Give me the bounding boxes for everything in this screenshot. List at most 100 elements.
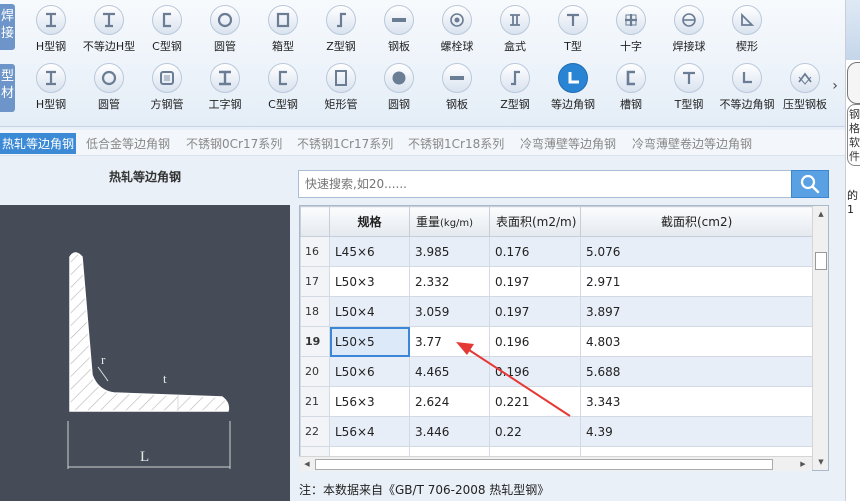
tab-cold-formed-lipped-angle[interactable]: 冷弯薄壁卷边等边角钢: [632, 135, 752, 152]
tool-c-channel[interactable]: C型钢: [252, 63, 314, 112]
profile-toolbar: 焊接 型材 H型钢 不等边H型 C型钢 圆管 箱型 Z型钢 钢板 螺栓球 盒式 T型 十字 焊接球 楔形…: [0, 0, 845, 127]
rolled-tab-label: 型材: [0, 69, 14, 101]
rolled-section-tab[interactable]: 型材: [0, 64, 15, 112]
cell-weight[interactable]: 3.985: [409, 236, 490, 267]
tool-t-section[interactable]: T型钢: [658, 63, 720, 112]
welded-tab-label: 焊接: [0, 9, 14, 41]
tool-label: 楔形: [736, 40, 758, 53]
profile-diagram: r t L: [0, 205, 290, 501]
row-header-corner: [300, 206, 330, 237]
tool-t-section[interactable]: T型: [542, 5, 604, 54]
tool-label: 焊接球: [672, 40, 706, 53]
mascot-icon: [847, 62, 860, 104]
cell-spec[interactable]: L50×4: [329, 296, 410, 327]
cell-section[interactable]: 4.803: [580, 326, 813, 357]
row-number: 19: [300, 326, 330, 357]
tool-round-bar[interactable]: 圆钢: [368, 63, 430, 112]
side-panel: 钢格软件 的1: [845, 0, 860, 501]
search-button[interactable]: [791, 170, 829, 198]
cell-spec[interactable]: L50×6: [329, 356, 410, 387]
cell-spec[interactable]: L45×6: [329, 236, 410, 267]
tool-box-section[interactable]: 箱型: [252, 5, 314, 54]
weight-unit: (kg/m): [440, 218, 474, 229]
cell-weight[interactable]: 2.332: [409, 266, 490, 297]
cell-section[interactable]: 5.076: [580, 236, 813, 267]
tool-square-pipe[interactable]: 方钢管: [136, 63, 198, 112]
tool-c-channel[interactable]: C型钢: [136, 5, 198, 54]
cell-spec[interactable]: L50×3: [329, 266, 410, 297]
cell-spec[interactable]: L50×5: [329, 326, 410, 357]
cell-spec[interactable]: L56×3: [329, 386, 410, 417]
cell-section[interactable]: 3.343: [580, 386, 813, 417]
tool-box-type[interactable]: 盒式: [484, 5, 546, 54]
round-pipe-icon: [210, 5, 240, 35]
c-channel-icon: [152, 5, 182, 35]
tool-unequal-h-beam[interactable]: 不等边H型: [78, 5, 140, 54]
tool-bolt-ball[interactable]: 螺栓球: [426, 5, 488, 54]
tool-rect-pipe[interactable]: 矩形管: [310, 63, 372, 112]
tool-round-pipe[interactable]: 圆管: [194, 5, 256, 54]
tool-label: 矩形管: [324, 98, 358, 111]
equal-angle-drawing: r t L: [67, 252, 231, 469]
tool-label: 钢板: [446, 98, 468, 111]
tool-h-beam[interactable]: H型钢: [20, 63, 82, 112]
column-header-spec[interactable]: 规格: [329, 206, 410, 237]
cell-weight[interactable]: 3.059: [409, 296, 490, 327]
column-header-surface[interactable]: 表面积(m2/m): [489, 206, 581, 237]
table-row[interactable]: 18 L50×4 3.059 0.197 3.897: [300, 296, 813, 327]
scroll-up-icon[interactable]: ▲: [813, 207, 829, 221]
search-input[interactable]: [298, 170, 792, 198]
cell-surface[interactable]: 0.197: [489, 296, 581, 327]
h-beam-icon: [36, 5, 66, 35]
scroll-right-icon[interactable]: ▶: [796, 457, 810, 472]
tool-label: 钢板: [388, 40, 410, 53]
welded-section-tab[interactable]: 焊接: [0, 4, 15, 50]
tool-i-beam[interactable]: 工字钢: [194, 63, 256, 112]
diagram-l-label: L: [140, 449, 149, 465]
box-section-icon: [268, 5, 298, 35]
tool-steel-plate[interactable]: 钢板: [426, 63, 488, 112]
horizontal-scrollbar[interactable]: ◀ ▶: [299, 456, 812, 471]
tool-h-beam[interactable]: H型钢: [20, 5, 82, 54]
tab-low-alloy-equal-angle[interactable]: 低合金等边角钢: [86, 135, 170, 152]
tool-cross-section[interactable]: 十字: [600, 5, 662, 54]
tool-steel-plate[interactable]: 钢板: [368, 5, 430, 54]
c-channel-icon: [268, 63, 298, 93]
tool-z-section[interactable]: Z型钢: [484, 63, 546, 112]
cell-surface[interactable]: 0.176: [489, 236, 581, 267]
tool-z-section[interactable]: Z型钢: [310, 5, 372, 54]
tab-stainless-1cr17[interactable]: 不锈钢1Cr17系列: [297, 135, 393, 152]
cell-spec[interactable]: L56×4: [329, 416, 410, 447]
table-row[interactable]: 16 L45×6 3.985 0.176 5.076: [300, 236, 813, 267]
scroll-thumb[interactable]: [815, 252, 827, 270]
row-number: 16: [300, 236, 330, 267]
tool-unequal-angle[interactable]: 不等边角钢: [716, 63, 778, 112]
column-header-section[interactable]: 截面积(cm2): [580, 206, 813, 237]
tab-stainless-1cr18[interactable]: 不锈钢1Cr18系列: [408, 135, 504, 152]
tab-hot-rolled-equal-angle[interactable]: 热轧等边角钢: [0, 133, 77, 154]
column-header-weight[interactable]: 重量(kg/m): [409, 206, 490, 237]
scroll-down-icon[interactable]: ▼: [813, 455, 829, 469]
vertical-scrollbar[interactable]: ▲ ▼: [812, 206, 828, 470]
tab-stainless-0cr17[interactable]: 不锈钢0Cr17系列: [186, 135, 282, 152]
tool-welded-ball[interactable]: 焊接球: [658, 5, 720, 54]
tool-channel[interactable]: 槽钢: [600, 63, 662, 112]
cell-section[interactable]: 4.39: [580, 416, 813, 447]
tool-wedge[interactable]: 楔形: [716, 5, 778, 54]
tool-equal-angle[interactable]: 等边角钢: [542, 63, 604, 112]
cell-section[interactable]: 3.897: [580, 296, 813, 327]
tool-corrugated-plate[interactable]: 压型钢板: [774, 63, 836, 112]
h-scroll-thumb[interactable]: [315, 459, 773, 470]
scroll-left-icon[interactable]: ◀: [300, 457, 314, 472]
cell-section[interactable]: 5.688: [580, 356, 813, 387]
tab-cold-formed-equal-angle[interactable]: 冷弯薄壁等边角钢: [520, 135, 616, 152]
table-row[interactable]: 17 L50×3 2.332 0.197 2.971: [300, 266, 813, 297]
cell-section[interactable]: 2.971: [580, 266, 813, 297]
i-beam-icon: [210, 63, 240, 93]
chevron-right-icon[interactable]: ›: [828, 78, 842, 94]
search-icon: [800, 174, 820, 194]
cell-surface[interactable]: 0.197: [489, 266, 581, 297]
side-text: 的1: [847, 189, 858, 216]
tool-label: 不等边角钢: [719, 98, 775, 111]
tool-round-pipe[interactable]: 圆管: [78, 63, 140, 112]
